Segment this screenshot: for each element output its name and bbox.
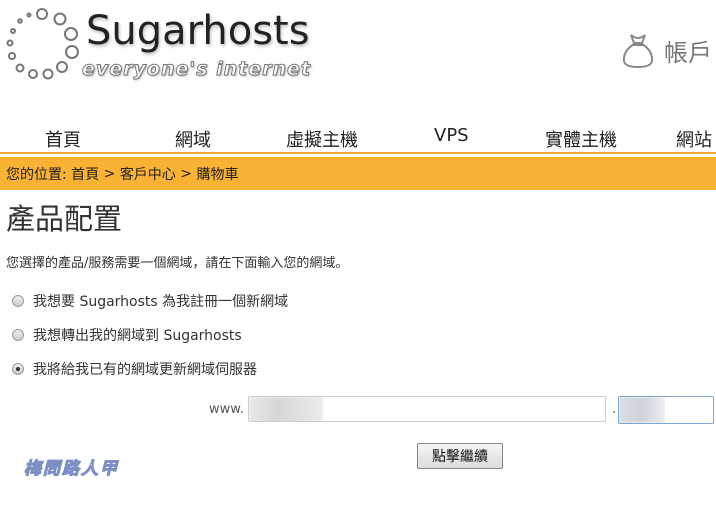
- nav-item-domains[interactable]: 網域: [175, 126, 211, 152]
- continue-button[interactable]: 點擊繼續: [417, 443, 503, 469]
- nav-item-website[interactable]: 網站: [676, 126, 712, 152]
- domain-prefix: www.: [209, 402, 244, 417]
- breadcrumb-cart: 購物車: [196, 166, 239, 183]
- option-transfer-domain[interactable]: 我想轉出我的網域到 Sugarhosts: [12, 325, 242, 345]
- domain-separator: .: [612, 402, 617, 417]
- domain-name-input[interactable]: [248, 396, 606, 422]
- radio-button-selected[interactable]: [12, 363, 24, 375]
- account-link[interactable]: 帳戶: [620, 30, 712, 70]
- logo-circle-icon: [6, 8, 79, 80]
- nav-item-vps[interactable]: VPS: [434, 125, 469, 146]
- breadcrumb: 您的位置: 首頁 > 客戶中心 > 購物車: [0, 157, 716, 190]
- breadcrumb-separator: >: [175, 165, 197, 182]
- breadcrumb-home[interactable]: 首頁: [71, 164, 99, 184]
- breadcrumb-client-center[interactable]: 客戶中心: [120, 164, 176, 184]
- nav-item-virtual-hosting[interactable]: 虛擬主機: [286, 126, 358, 152]
- main-nav: 首頁 網域 虛擬主機 VPS 實體主機 網站: [0, 122, 716, 152]
- account-label: 帳戶: [664, 38, 712, 67]
- redacted-text: [249, 397, 323, 421]
- option-label: 我想要 Sugarhosts 為我註冊一個新網域: [33, 294, 289, 310]
- watermark: 梅問路人甲: [24, 459, 119, 480]
- domain-tld-input[interactable]: [618, 396, 714, 424]
- nav-divider: [0, 152, 716, 154]
- page-description: 您選擇的產品/服務需要一個網域，請在下面輸入您的網域。: [6, 256, 349, 271]
- option-label: 我想轉出我的網域到 Sugarhosts: [33, 328, 242, 344]
- nav-item-dedicated[interactable]: 實體主機: [545, 126, 617, 152]
- breadcrumb-separator: >: [99, 165, 120, 182]
- radio-button[interactable]: [12, 329, 24, 341]
- page-title: 產品配置: [6, 202, 123, 236]
- redacted-text: [619, 397, 665, 423]
- radio-button[interactable]: [12, 295, 24, 307]
- option-label: 我將給我已有的網域更新網域伺服器: [33, 362, 257, 378]
- breadcrumb-prefix: 您的位置:: [6, 166, 72, 183]
- option-register-new-domain[interactable]: 我想要 Sugarhosts 為我註冊一個新網域: [12, 291, 288, 311]
- logo[interactable]: Sugarhosts everyone's internet: [0, 0, 330, 100]
- logo-tagline: everyone's internet: [82, 58, 311, 81]
- logo-title: Sugarhosts: [86, 8, 310, 54]
- money-bag-icon: [622, 34, 654, 69]
- option-use-existing-domain[interactable]: 我將給我已有的網域更新網域伺服器: [12, 359, 257, 379]
- nav-item-home[interactable]: 首頁: [45, 126, 81, 152]
